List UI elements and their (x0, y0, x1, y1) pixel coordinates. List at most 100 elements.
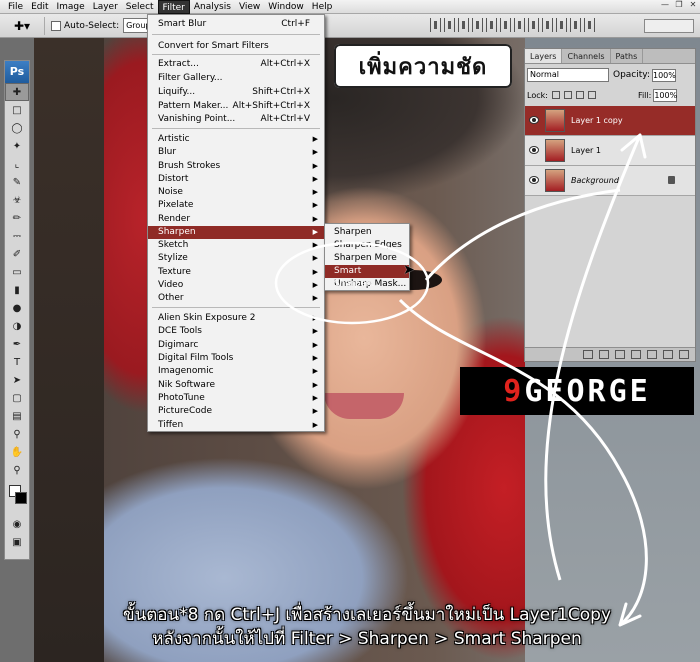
notes-tool-icon[interactable]: ▤ (5, 407, 29, 425)
visibility-eye-icon[interactable] (529, 176, 539, 184)
tab-channels[interactable]: Channels (562, 49, 611, 63)
filter-menu-item-vanishing-point[interactable]: Vanishing Point... Alt+Ctrl+V (148, 113, 324, 126)
eyedropper-tool-icon[interactable]: ⚲ (5, 425, 29, 443)
lock-all-icon[interactable] (587, 91, 596, 99)
menu-file[interactable]: File (4, 0, 27, 14)
new-group-icon[interactable] (647, 350, 657, 359)
color-swatches[interactable] (5, 479, 29, 515)
menu-analysis[interactable]: Analysis (190, 0, 235, 14)
lasso-tool-icon[interactable]: ◯ (5, 119, 29, 137)
align-icon[interactable] (514, 18, 525, 32)
align-icon[interactable] (430, 18, 441, 32)
align-icon[interactable] (542, 18, 553, 32)
adjustment-layer-icon[interactable] (631, 350, 641, 359)
move-tool-icon[interactable]: ✚ (5, 83, 29, 101)
align-icon[interactable] (500, 18, 511, 32)
shape-tool-icon[interactable]: ▢ (5, 389, 29, 407)
align-icon[interactable] (570, 18, 581, 32)
marquee-tool-icon[interactable]: □ (5, 101, 29, 119)
menu-image[interactable]: Image (53, 0, 89, 14)
path-selection-icon[interactable]: ➤ (5, 371, 29, 389)
zoom-tool-icon[interactable]: ⚲ (5, 461, 29, 479)
history-brush-icon[interactable]: ✐ (5, 245, 29, 263)
filter-menu-item-extract[interactable]: Extract... Alt+Ctrl+X (148, 58, 324, 71)
filter-menu-item-tiffen[interactable]: Tiffen ▶ (148, 419, 324, 432)
eraser-tool-icon[interactable]: ▭ (5, 263, 29, 281)
filter-menu-item-brush-strokes[interactable]: Brush Strokes ▶ (148, 160, 324, 173)
filter-menu-item-texture[interactable]: Texture ▶ (148, 266, 324, 279)
filter-menu-item-video[interactable]: Video ▶ (148, 279, 324, 292)
brush-tool-icon[interactable]: ✏ (5, 209, 29, 227)
minimize-icon[interactable]: — (658, 0, 672, 14)
filter-menu-item-dce-tools[interactable]: DCE Tools ▶ (148, 325, 324, 338)
align-icon[interactable] (486, 18, 497, 32)
clone-stamp-icon[interactable]: ⎓ (5, 227, 29, 245)
filter-menu-item-blur[interactable]: Blur ▶ (148, 146, 324, 159)
menu-layer[interactable]: Layer (89, 0, 122, 14)
filter-menu-item-filter-gallery[interactable]: Filter Gallery... (148, 72, 324, 85)
layer-row-layer-1-copy[interactable]: Layer 1 copy (525, 106, 695, 136)
auto-select-checkbox[interactable] (51, 20, 61, 31)
layer-style-icon[interactable] (599, 350, 609, 359)
menu-window[interactable]: Window (264, 0, 308, 14)
restore-icon[interactable]: ❐ (672, 0, 686, 14)
menu-view[interactable]: View (235, 0, 264, 14)
filter-menu-item-sharpen[interactable]: Sharpen ▶ (148, 226, 324, 239)
sharpen-menu-item-sharpen-more[interactable]: Sharpen More (325, 252, 409, 265)
healing-brush-icon[interactable]: ☣ (5, 191, 29, 209)
align-icon[interactable] (584, 18, 595, 32)
background-color-swatch[interactable] (15, 492, 27, 504)
filter-menu-item-imagenomic[interactable]: Imagenomic ▶ (148, 365, 324, 378)
visibility-eye-icon[interactable] (529, 146, 539, 154)
crop-tool-icon[interactable]: ⌞ (5, 155, 29, 173)
align-icon[interactable] (556, 18, 567, 32)
link-layers-icon[interactable] (583, 350, 593, 359)
menu-select[interactable]: Select (122, 0, 158, 14)
align-icon[interactable] (528, 18, 539, 32)
opacity-field[interactable]: 100% (652, 68, 676, 82)
align-icon[interactable] (472, 18, 483, 32)
layer-row-background[interactable]: Background (525, 166, 695, 196)
menu-filter[interactable]: Filter (157, 0, 190, 14)
menu-help[interactable]: Help (308, 0, 337, 14)
filter-menu-item-other[interactable]: Other ▶ (148, 292, 324, 305)
blend-mode-dropdown[interactable]: Normal (527, 68, 609, 82)
filter-menu-item-smart-blur[interactable]: Smart Blur Ctrl+F (148, 18, 324, 31)
magic-wand-tool-icon[interactable]: ✦ (5, 137, 29, 155)
sharpen-menu-item-sharpen[interactable]: Sharpen (325, 226, 409, 239)
workspace-button[interactable] (644, 19, 694, 33)
menu-edit[interactable]: Edit (27, 0, 52, 14)
filter-menu-item-pixelate[interactable]: Pixelate ▶ (148, 199, 324, 212)
filter-menu-item-nik-software[interactable]: Nik Software ▶ (148, 379, 324, 392)
filter-menu-item-distort[interactable]: Distort ▶ (148, 173, 324, 186)
sharpen-menu-item-sharpen-edges[interactable]: Sharpen Edges (325, 239, 409, 252)
filter-menu-item-pattern-maker[interactable]: Pattern Maker... Alt+Shift+Ctrl+X (148, 100, 324, 113)
delete-layer-icon[interactable] (679, 350, 689, 359)
lock-position-icon[interactable] (575, 91, 584, 99)
type-tool-icon[interactable]: T (5, 353, 29, 371)
pen-tool-icon[interactable]: ✒ (5, 335, 29, 353)
filter-menu-item-sketch[interactable]: Sketch ▶ (148, 239, 324, 252)
gradient-tool-icon[interactable]: ▮ (5, 281, 29, 299)
align-icon[interactable] (458, 18, 469, 32)
filter-menu-item-digital-film-tools[interactable]: Digital Film Tools ▶ (148, 352, 324, 365)
sharpen-menu-item-smart-sharpen[interactable]: Smart Sharpen... (325, 265, 409, 289)
tab-layers[interactable]: Layers (525, 49, 563, 63)
quick-mask-icon[interactable]: ◉ (5, 515, 29, 533)
filter-menu-item-stylize[interactable]: Stylize ▶ (148, 252, 324, 265)
filter-menu-item-digimarc[interactable]: Digimarc ▶ (148, 339, 324, 352)
lock-transparent-icon[interactable] (551, 91, 560, 99)
fill-field[interactable]: 100% (653, 88, 678, 102)
dodge-tool-icon[interactable]: ◑ (5, 317, 29, 335)
move-tool-preset-icon[interactable]: ✚▾ (6, 16, 38, 36)
lock-image-icon[interactable] (563, 91, 572, 99)
filter-menu-item-render[interactable]: Render ▶ (148, 213, 324, 226)
filter-menu-item-alien-skin-exposure-2[interactable]: Alien Skin Exposure 2 ▶ (148, 312, 324, 325)
close-icon[interactable]: ✕ (686, 0, 700, 14)
filter-menu-item-picturecode[interactable]: PictureCode ▶ (148, 405, 324, 418)
filter-menu-item-convert-for-smart-filters[interactable]: Convert for Smart Filters (148, 40, 324, 53)
screen-mode-icon[interactable]: ▣ (5, 533, 29, 551)
tab-paths[interactable]: Paths (611, 49, 644, 63)
layer-row-layer-1[interactable]: Layer 1 (525, 136, 695, 166)
slice-tool-icon[interactable]: ✎ (5, 173, 29, 191)
